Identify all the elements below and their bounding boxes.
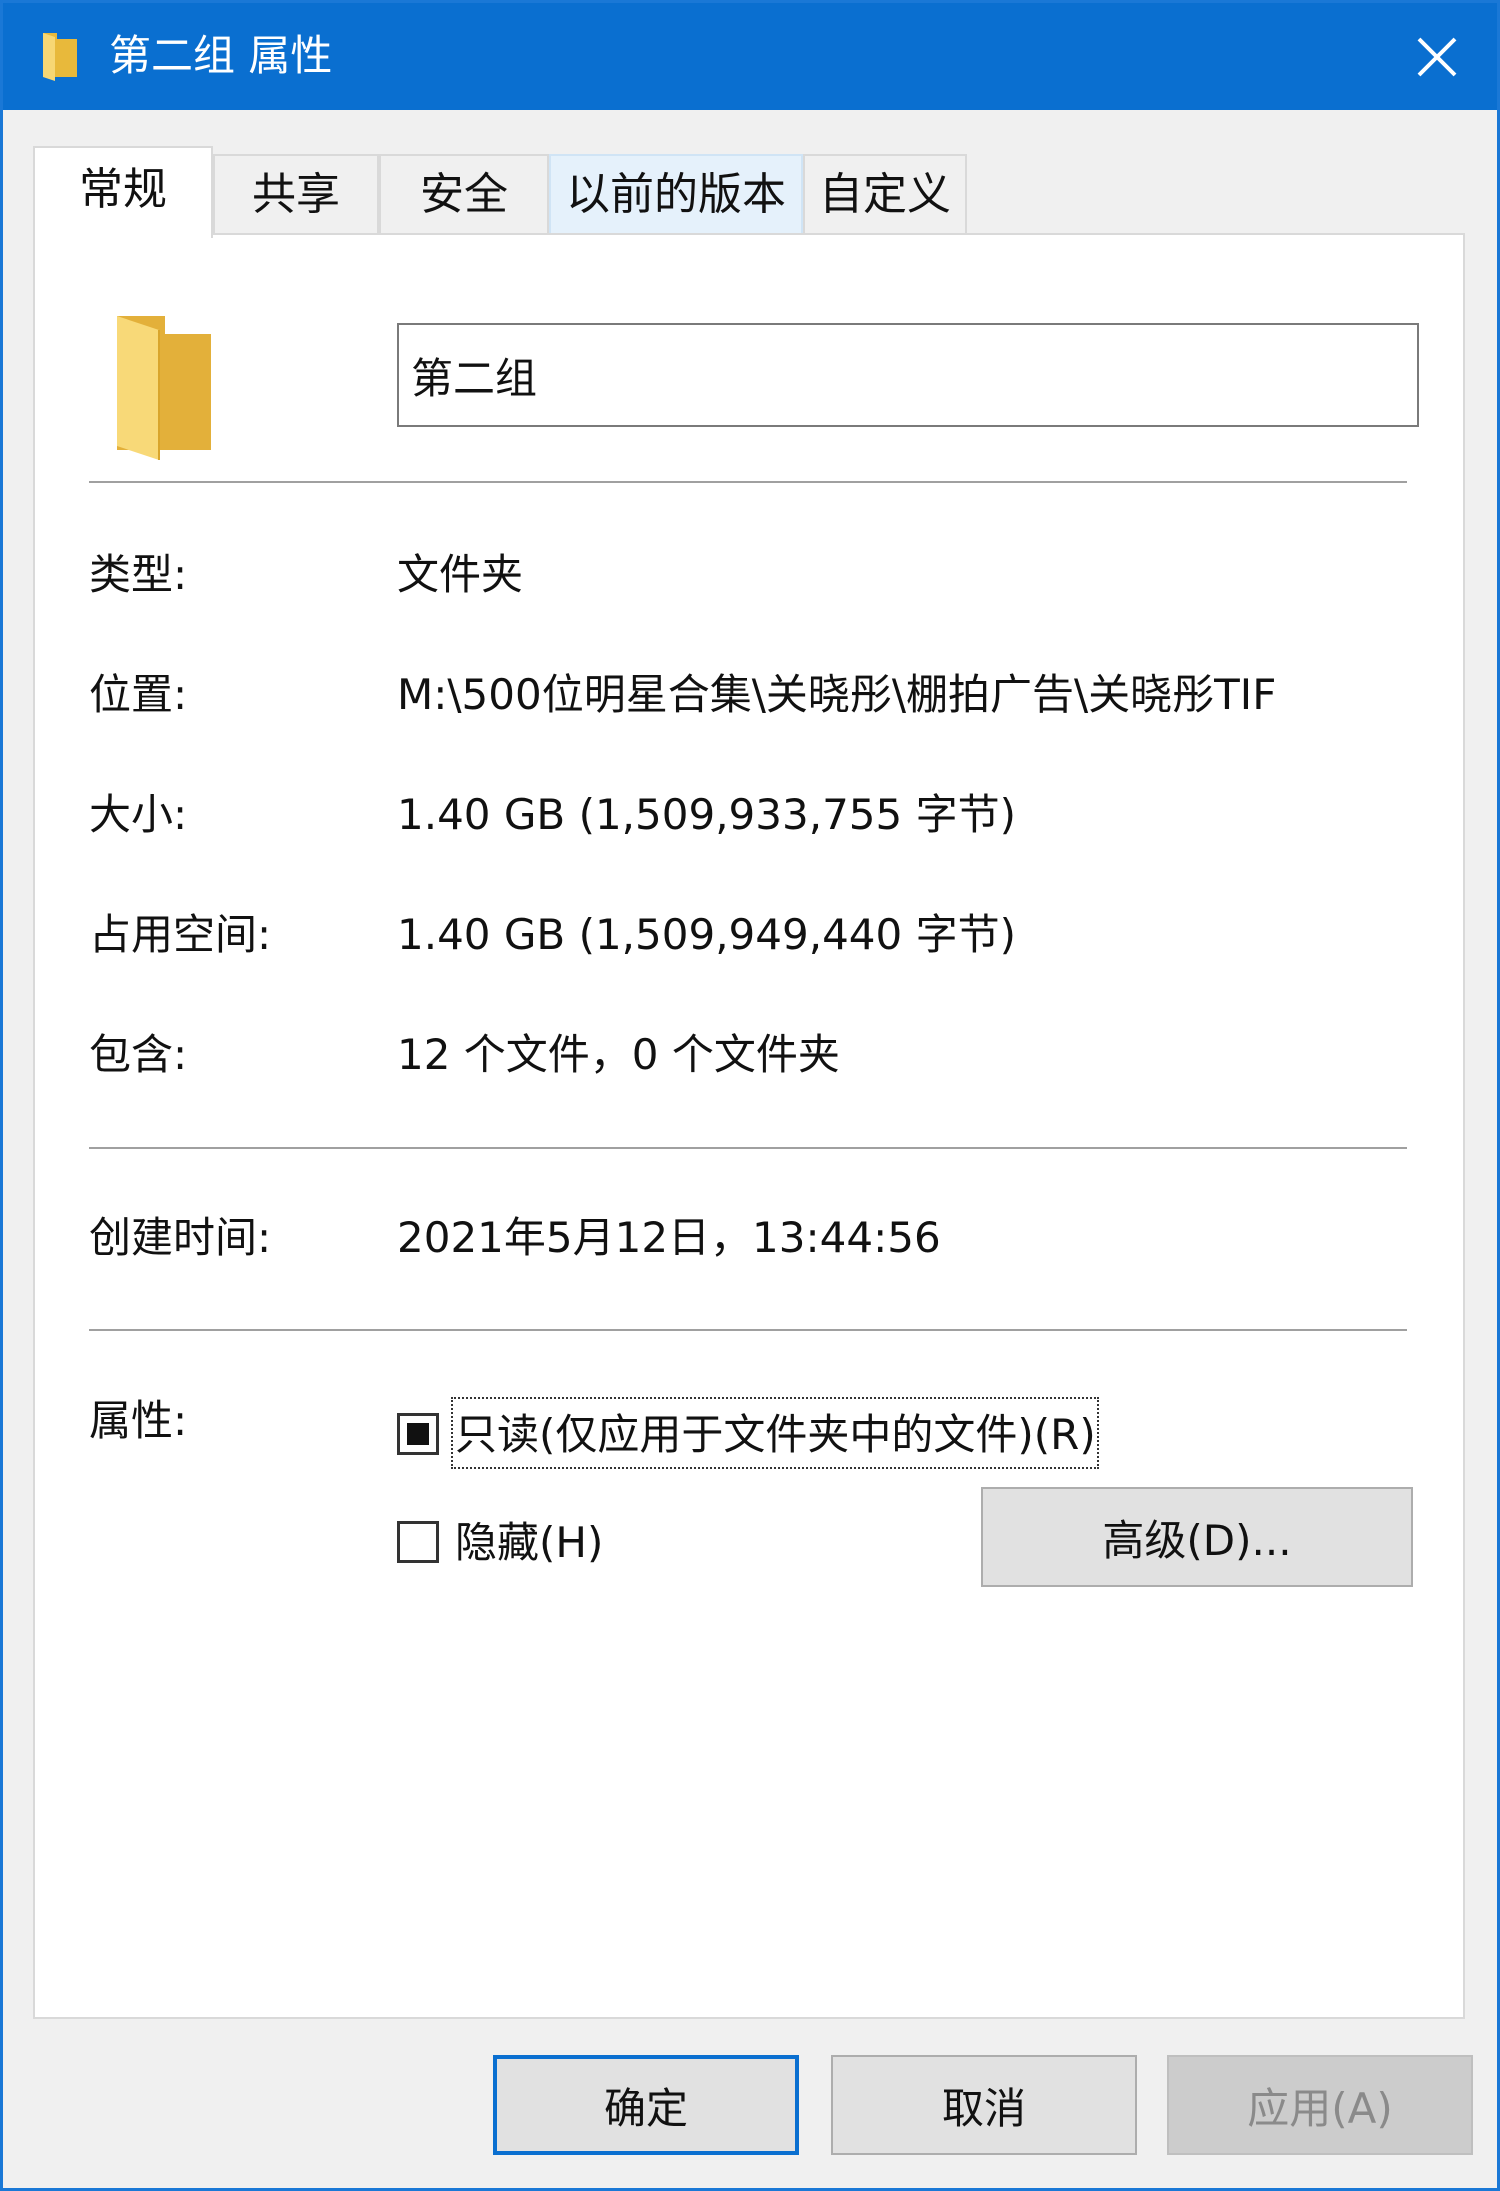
size-label: 大小: bbox=[89, 790, 188, 839]
hidden-checkbox[interactable] bbox=[397, 1521, 439, 1563]
size-on-disk-label: 占用空间: bbox=[89, 910, 272, 959]
created-label: 创建时间: bbox=[89, 1213, 272, 1262]
close-icon bbox=[1417, 37, 1457, 76]
divider bbox=[89, 481, 1407, 483]
window-title: 第二组 属性 bbox=[109, 31, 333, 80]
size-on-disk-value: 1.40 GB (1,509,949,440 字节) bbox=[397, 910, 1016, 959]
hidden-label[interactable]: 隐藏(H) bbox=[455, 1515, 603, 1571]
contains-value: 12 个文件，0 个文件夹 bbox=[397, 1030, 840, 1079]
divider bbox=[89, 1147, 1407, 1149]
location-label: 位置: bbox=[89, 670, 188, 719]
type-value: 文件夹 bbox=[397, 550, 524, 599]
apply-button[interactable]: 应用(A) bbox=[1167, 2055, 1473, 2155]
tab-general[interactable]: 常规 bbox=[33, 146, 213, 238]
ok-button[interactable]: 确定 bbox=[493, 2055, 799, 2155]
properties-dialog: 第二组 属性 常规 共享 安全 以前的版本 自定义 类型: 文件夹 位置: M:… bbox=[0, 0, 1500, 2191]
readonly-label[interactable]: 只读(仅应用于文件夹中的文件)(R) bbox=[455, 1407, 1096, 1463]
folder-icon bbox=[117, 316, 211, 460]
tab-customize[interactable]: 自定义 bbox=[803, 154, 967, 236]
location-value: M:\500位明星合集\关晓彤\棚拍广告\关晓彤TIF bbox=[397, 670, 1277, 719]
contains-label: 包含: bbox=[89, 1030, 188, 1079]
readonly-checkbox[interactable] bbox=[397, 1413, 439, 1455]
advanced-button[interactable]: 高级(D)... bbox=[981, 1487, 1413, 1587]
tab-security[interactable]: 安全 bbox=[379, 154, 549, 236]
general-panel: 类型: 文件夹 位置: M:\500位明星合集\关晓彤\棚拍广告\关晓彤TIF … bbox=[33, 233, 1465, 2019]
divider bbox=[89, 1329, 1407, 1331]
folder-icon bbox=[43, 33, 77, 81]
tab-previous-versions[interactable]: 以前的版本 bbox=[549, 154, 803, 236]
close-button[interactable] bbox=[1377, 3, 1497, 110]
cancel-button[interactable]: 取消 bbox=[831, 2055, 1137, 2155]
attributes-label: 属性: bbox=[89, 1396, 188, 1445]
folder-name-input[interactable] bbox=[397, 323, 1419, 427]
tab-sharing[interactable]: 共享 bbox=[213, 154, 379, 236]
created-value: 2021年5月12日，13:44:56 bbox=[397, 1213, 941, 1262]
indeterminate-mark bbox=[407, 1423, 429, 1445]
title-bar[interactable]: 第二组 属性 bbox=[3, 3, 1497, 110]
size-value: 1.40 GB (1,509,933,755 字节) bbox=[397, 790, 1016, 839]
type-label: 类型: bbox=[89, 550, 188, 599]
